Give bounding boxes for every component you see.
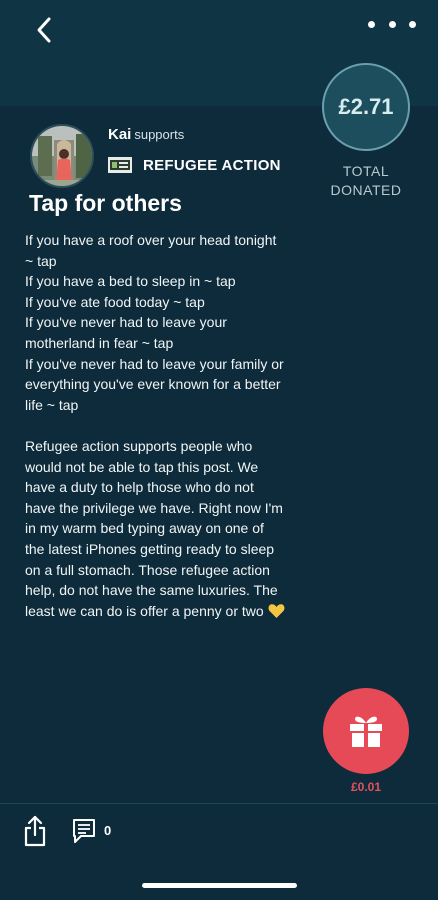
author-verb: supports — [134, 127, 185, 142]
comment-count: 0 — [104, 823, 112, 838]
gift-button[interactable] — [323, 688, 409, 774]
home-indicator[interactable] — [142, 883, 297, 888]
comment-icon — [73, 819, 95, 843]
share-button[interactable] — [22, 814, 48, 848]
post-title: Tap for others — [29, 190, 182, 216]
yellow-heart-icon — [268, 603, 285, 618]
comment-button[interactable] — [70, 817, 98, 845]
post-body-text: If you have a roof over your head tonigh… — [25, 232, 284, 619]
gift-icon — [350, 716, 382, 747]
more-dots-icon — [368, 20, 375, 28]
post-body: If you have a roof over your head tonigh… — [25, 230, 325, 621]
refugee-action-logo-icon — [108, 157, 132, 173]
supporter-line: Kai supports — [108, 126, 184, 143]
author-name[interactable]: Kai — [108, 126, 131, 143]
more-options-button[interactable] — [368, 12, 416, 36]
back-button[interactable] — [28, 14, 60, 46]
charity-name: REFUGEE ACTION — [143, 156, 281, 174]
gift-amount: £0.01 — [350, 780, 382, 794]
avatar[interactable] — [30, 124, 94, 188]
chevron-left-icon — [37, 17, 51, 43]
total-donated-amount: £2.71 — [322, 63, 410, 151]
share-icon — [24, 815, 46, 847]
footer-divider — [0, 803, 438, 804]
total-donated-label: TOTAL DONATED — [330, 163, 402, 198]
charity-link[interactable]: REFUGEE ACTION — [108, 155, 281, 175]
